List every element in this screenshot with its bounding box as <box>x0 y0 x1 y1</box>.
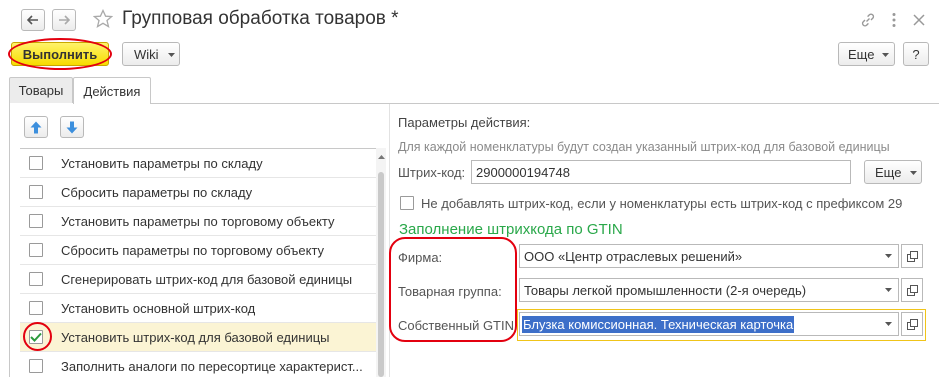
move-down-button[interactable] <box>60 116 84 138</box>
own-gtin-open-button[interactable] <box>901 312 923 336</box>
list-item[interactable]: Сгенерировать штрих-код для базовой един… <box>20 265 376 294</box>
barcode-label: Штрих-код: <box>398 165 466 180</box>
tab-products[interactable]: Товары <box>9 77 73 103</box>
favorite-star-icon[interactable] <box>92 8 114 32</box>
help-button[interactable]: ? <box>903 42 929 66</box>
firm-field[interactable]: ООО «Центр отраслевых решений» <box>519 244 899 268</box>
more-button[interactable]: Еще <box>838 42 895 66</box>
gtin-section-title: Заполнение штрихкода по GTIN <box>399 221 623 238</box>
product-group-label: Товарная группа: <box>398 284 502 299</box>
list-item[interactable]: Установить параметры по торговому объект… <box>20 207 376 236</box>
tab-actions[interactable]: Действия <box>73 77 151 104</box>
row-checkbox[interactable] <box>29 272 43 286</box>
row-checkbox[interactable] <box>29 359 43 373</box>
own-gtin-dropdown-icon[interactable] <box>878 312 898 336</box>
checkmark-icon <box>30 332 42 342</box>
row-checkbox[interactable] <box>29 301 43 315</box>
close-icon[interactable] <box>908 9 930 31</box>
list-item[interactable]: Сбросить параметры по торговому объекту <box>20 236 376 265</box>
list-item[interactable]: Заполнить аналоги по пересортице характе… <box>20 352 376 377</box>
list-item-label: Установить штрих-код для базовой единицы <box>61 329 330 345</box>
firm-dropdown-icon[interactable] <box>878 244 898 268</box>
params-hint: Для каждой номенклатуры будут создан ука… <box>398 140 890 154</box>
panel-top-border <box>151 103 939 104</box>
scroll-up-icon[interactable] <box>376 152 386 162</box>
list-item-label: Установить параметры по торговому объект… <box>61 213 335 229</box>
execute-button[interactable]: Выполнить <box>11 42 109 66</box>
product-group-open-button[interactable] <box>901 278 923 302</box>
list-item-label: Сгенерировать штрих-код для базовой един… <box>61 271 353 287</box>
skip-prefix-label: Не добавлять штрих-код, если у номенклат… <box>421 196 903 211</box>
chevron-down-icon <box>882 53 889 57</box>
params-header: Параметры действия: <box>398 115 531 130</box>
open-window-icon <box>906 250 918 262</box>
firm-label: Фирма: <box>398 250 443 265</box>
row-checkbox[interactable] <box>29 214 43 228</box>
open-window-icon <box>906 318 918 330</box>
splitter[interactable] <box>389 104 390 377</box>
wiki-button[interactable]: Wiki <box>122 42 180 66</box>
product-group-field[interactable]: Товары легкой промышленности (2-я очеред… <box>519 278 899 302</box>
list-item-selected[interactable]: Установить штрих-код для базовой единицы <box>20 323 376 352</box>
barcode-input[interactable]: 2900000194748 <box>471 160 851 184</box>
more-vertical-icon[interactable] <box>883 9 905 31</box>
product-group-dropdown-icon[interactable] <box>878 278 898 302</box>
page-title: Групповая обработка товаров * <box>122 8 399 29</box>
row-checkbox[interactable] <box>29 156 43 170</box>
list-item-label: Сбросить параметры по торговому объекту <box>61 242 325 258</box>
arrow-left-icon <box>27 15 38 25</box>
open-window-icon <box>906 284 918 296</box>
forward-button[interactable] <box>52 9 76 31</box>
chevron-down-icon <box>168 53 175 57</box>
link-icon[interactable] <box>857 9 879 31</box>
chevron-down-icon <box>910 171 917 175</box>
list-item-label: Сбросить параметры по складу <box>61 184 253 200</box>
list-item[interactable]: Установить основной штрих-код <box>20 294 376 323</box>
arrow-right-icon <box>59 15 70 25</box>
arrow-down-icon <box>66 121 78 133</box>
back-button[interactable] <box>21 9 45 31</box>
move-up-button[interactable] <box>24 116 48 138</box>
wiki-button-label: Wiki <box>134 46 159 62</box>
scrollbar-thumb[interactable] <box>378 172 384 377</box>
barcode-more-label: Еще <box>875 164 902 180</box>
list-item[interactable]: Установить параметры по складу <box>20 149 376 178</box>
actions-list: Установить параметры по складу Сбросить … <box>20 148 376 377</box>
own-gtin-value: Блузка комиссионная. Техническая карточк… <box>522 315 795 333</box>
own-gtin-label: Собственный GTIN: <box>398 318 518 333</box>
row-checkbox[interactable] <box>29 185 43 199</box>
row-checkbox-checked[interactable] <box>29 330 43 344</box>
firm-open-button[interactable] <box>901 244 923 268</box>
panel-left-border <box>9 103 10 377</box>
list-item-label: Установить параметры по складу <box>61 155 263 171</box>
more-button-label: Еще <box>848 46 875 62</box>
own-gtin-field[interactable]: Блузка комиссионная. Техническая карточк… <box>519 312 899 336</box>
skip-prefix-checkbox[interactable] <box>400 196 414 210</box>
list-item[interactable]: Сбросить параметры по складу <box>20 178 376 207</box>
barcode-more-button[interactable]: Еще <box>864 160 922 184</box>
arrow-up-icon <box>30 121 42 133</box>
list-item-label: Установить основной штрих-код <box>61 300 256 316</box>
list-item-label: Заполнить аналоги по пересортице характе… <box>61 358 363 374</box>
row-checkbox[interactable] <box>29 243 43 257</box>
